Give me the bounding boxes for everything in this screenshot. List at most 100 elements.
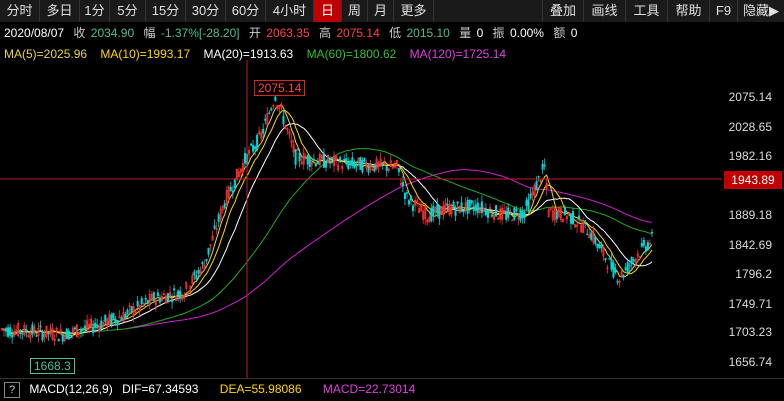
tab-30min[interactable]: 30分 xyxy=(186,0,226,22)
candle-body xyxy=(110,314,113,326)
candle-body xyxy=(167,293,170,302)
candle-body xyxy=(472,206,475,211)
low-value: 2015.10 xyxy=(406,26,450,40)
candle-body xyxy=(274,96,277,101)
high-label: 高 xyxy=(319,26,332,40)
candle-body xyxy=(61,334,64,342)
candle-body xyxy=(410,195,413,201)
candle-body xyxy=(527,198,530,211)
candle-body xyxy=(614,269,617,273)
candle-body xyxy=(612,262,615,278)
tab-1min[interactable]: 1分 xyxy=(80,0,110,22)
candle-body xyxy=(233,178,236,189)
candle-body xyxy=(173,288,176,291)
ma120-legend: MA(120)=1725.14 xyxy=(409,47,507,61)
amplitude-label: 振 xyxy=(492,26,505,40)
candle-body xyxy=(39,325,42,328)
candle-body xyxy=(124,313,127,319)
candle-body xyxy=(92,326,95,333)
candle-body xyxy=(177,290,180,296)
overlay-button[interactable]: 叠加 xyxy=(542,0,584,22)
hide-button[interactable]: 隐藏▶ xyxy=(738,0,784,22)
candle-body xyxy=(632,259,635,262)
candle-body xyxy=(31,324,34,335)
candle-body xyxy=(407,200,411,205)
candle-body xyxy=(446,203,449,206)
candle-body xyxy=(373,163,376,172)
candle-body xyxy=(521,210,524,218)
tab-timeshare[interactable]: 分时 xyxy=(0,0,40,22)
f9-button[interactable]: F9 xyxy=(710,0,738,22)
macd-name[interactable]: MACD(12,26,9) xyxy=(29,382,112,396)
tab-daily[interactable]: 日 xyxy=(314,0,342,22)
y-tick-label: 1749.71 xyxy=(728,297,772,311)
candle-body xyxy=(306,155,309,165)
indicator-help-icon[interactable]: ? xyxy=(4,381,20,398)
candle-body xyxy=(466,199,469,214)
candle-body xyxy=(571,211,575,225)
tab-more[interactable]: 更多 xyxy=(394,0,434,22)
ma60-path xyxy=(1,148,653,334)
candle-body xyxy=(314,163,317,167)
tab-15min[interactable]: 15分 xyxy=(146,0,186,22)
candle-body xyxy=(41,331,44,341)
candle-body xyxy=(158,297,161,303)
high-value: 2075.14 xyxy=(336,26,380,40)
candle-body xyxy=(331,157,334,160)
tab-4hour[interactable]: 4小时 xyxy=(266,0,314,22)
tab-monthly[interactable]: 月 xyxy=(368,0,394,22)
y-tick-label: 1842.69 xyxy=(728,238,772,252)
candle-body xyxy=(312,158,315,161)
candlestick-chart[interactable] xyxy=(0,60,784,378)
candle-body xyxy=(114,318,117,323)
candle-body xyxy=(454,209,457,216)
candle-body xyxy=(476,202,479,213)
tab-5min[interactable]: 5分 xyxy=(110,0,146,22)
candle-body xyxy=(584,220,587,223)
macd-value: MACD=22.73014 xyxy=(322,382,416,396)
candle-body xyxy=(195,275,198,280)
candle-body xyxy=(624,267,627,271)
ma10-legend: MA(10)=1993.17 xyxy=(100,47,191,61)
candle-body xyxy=(529,193,532,199)
candle-body xyxy=(347,162,350,169)
y-tick-label: 1796.2 xyxy=(735,267,772,281)
candle-body xyxy=(252,145,255,152)
candle-body xyxy=(513,207,516,220)
draw-line-button[interactable]: 画线 xyxy=(584,0,626,22)
candle-body xyxy=(69,332,72,334)
candle-body xyxy=(515,209,518,212)
candle-body xyxy=(397,168,400,173)
candle-body xyxy=(604,258,607,260)
candle-body xyxy=(140,298,143,305)
candle-body xyxy=(73,327,76,330)
candle-body xyxy=(25,329,28,334)
candle-body xyxy=(250,143,253,146)
tab-multiday[interactable]: 多日 xyxy=(40,0,80,22)
candle-body xyxy=(628,265,631,267)
candle-body xyxy=(9,327,12,336)
candles xyxy=(0,92,653,346)
candle-body xyxy=(179,290,182,299)
candle-body xyxy=(84,325,87,329)
candle-body xyxy=(349,160,352,164)
macd-dea: DEA=55.98086 xyxy=(219,382,302,396)
candle-body xyxy=(197,270,200,274)
candle-body xyxy=(130,306,133,313)
candle-body xyxy=(136,301,139,307)
candle-body xyxy=(642,239,645,246)
candle-body xyxy=(351,157,354,166)
candle-body xyxy=(452,201,455,210)
tab-weekly[interactable]: 周 xyxy=(342,0,368,22)
tab-60min[interactable]: 60分 xyxy=(226,0,266,22)
change-value: -1.37%[-28.20] xyxy=(160,26,240,40)
tools-button[interactable]: 工具 xyxy=(626,0,668,22)
candle-body xyxy=(600,245,603,249)
help-button[interactable]: 帮助 xyxy=(668,0,710,22)
candle-body xyxy=(405,192,408,194)
candle-body xyxy=(207,247,210,255)
candle-body xyxy=(268,112,271,114)
candle-body xyxy=(590,232,593,240)
candle-body xyxy=(484,209,487,216)
ma60-line xyxy=(1,148,653,334)
